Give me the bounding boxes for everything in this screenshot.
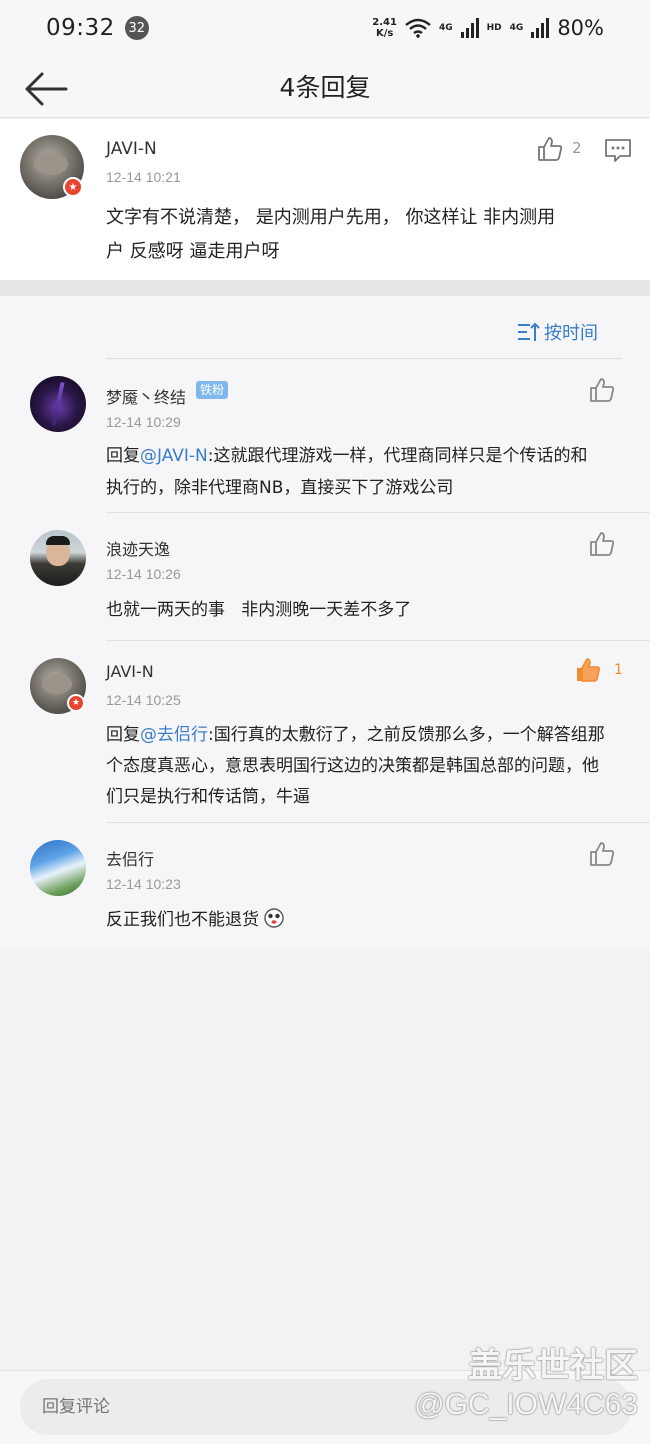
app-header: 4条回复	[0, 56, 650, 118]
username[interactable]: 浪迹天逸	[106, 536, 170, 560]
reply-text: 反正我们也不能退货	[106, 904, 636, 936]
replies-section: 按时间 梦魇丶终结 铁粉 12-14 10:29 回复@JAVI-N:这就跟代理…	[0, 296, 650, 948]
like-button[interactable]	[536, 135, 564, 163]
rank-badge-icon: ★	[63, 177, 83, 197]
thumbs-up-filled-icon	[577, 658, 601, 682]
like-button[interactable]	[588, 376, 616, 404]
like-button[interactable]	[588, 840, 616, 868]
divider	[106, 358, 622, 359]
timestamp: 12-14 10:21	[106, 169, 181, 185]
thumbs-up-icon	[590, 378, 615, 402]
timestamp: 12-14 10:23	[106, 876, 181, 892]
page-title: 4条回复	[279, 73, 371, 102]
main-comment: ★ JAVI-N 12-14 10:21 2 文字有不说清楚， 是内测用户先用，…	[0, 119, 650, 280]
fan-badge: 铁粉	[196, 381, 229, 399]
thumbs-up-icon	[538, 137, 563, 161]
avatar[interactable]	[30, 376, 86, 432]
reply-text: 回复@去侣行:国行真的太敷衍了，之前反馈那么多，一个解答组那 个态度真恶心，意思…	[106, 725, 605, 807]
divider	[106, 640, 650, 641]
username[interactable]: JAVI-N	[106, 139, 157, 159]
thumbs-up-icon	[590, 532, 615, 556]
avatar[interactable]	[30, 840, 86, 896]
comment-icon	[605, 139, 631, 162]
username[interactable]: 去侣行	[106, 846, 154, 870]
like-button[interactable]	[588, 530, 616, 558]
section-separator	[0, 280, 650, 296]
notification-count-badge: 32	[124, 16, 149, 40]
sort-icon	[518, 322, 540, 341]
mention-link[interactable]: @去侣行	[140, 725, 208, 745]
comment-button[interactable]	[604, 137, 632, 165]
like-button-active[interactable]	[574, 656, 602, 684]
sort-label: 按时间	[544, 323, 598, 344]
mention-link[interactable]: @JAVI-N	[140, 446, 208, 466]
wifi-icon	[405, 18, 431, 38]
signal-icon	[460, 18, 479, 38]
battery-level: 80%	[557, 16, 604, 40]
avatar[interactable]	[30, 530, 86, 586]
rank-badge-icon: ★	[67, 694, 85, 712]
like-count: 2	[572, 139, 582, 157]
network-type-label: 4G	[438, 23, 453, 33]
username[interactable]: 梦魇丶终结	[106, 384, 186, 408]
reply-text: 也就一两天的事 非内测晚一天差不多了	[106, 600, 412, 620]
watermark-text: 盖乐世社区	[468, 1346, 638, 1386]
status-time: 09:32	[46, 15, 115, 41]
dizzy-face-emoji-icon	[264, 908, 285, 928]
watermark-user-id: @GC_IOW4C63	[414, 1388, 638, 1421]
reply-text: 回复@JAVI-N:这就跟代理游戏一样，代理商同样只是个传话的和 执行的，除非代…	[106, 446, 588, 498]
network-speed: 2.41 K/s	[372, 17, 397, 39]
thumbs-up-icon	[590, 842, 615, 866]
username[interactable]: JAVI-N	[106, 662, 154, 681]
hd-label: HD	[486, 23, 502, 33]
comment-text: 文字有不说清楚， 是内测用户先用， 你这样让 非内测用 户 反感呀 逼走用户呀	[106, 207, 556, 262]
timestamp: 12-14 10:26	[106, 566, 181, 582]
timestamp: 12-14 10:29	[106, 414, 181, 430]
signal-icon-2	[531, 18, 550, 38]
divider	[106, 512, 650, 513]
divider	[106, 822, 650, 823]
like-count: 1	[614, 662, 623, 678]
sort-by-time-button[interactable]: 按时间	[516, 318, 598, 346]
timestamp: 12-14 10:25	[106, 692, 181, 708]
status-bar: 09:32 32 2.41 K/s 4G HD 4G 80%	[0, 0, 650, 56]
network-type-label-2: 4G	[509, 23, 524, 33]
